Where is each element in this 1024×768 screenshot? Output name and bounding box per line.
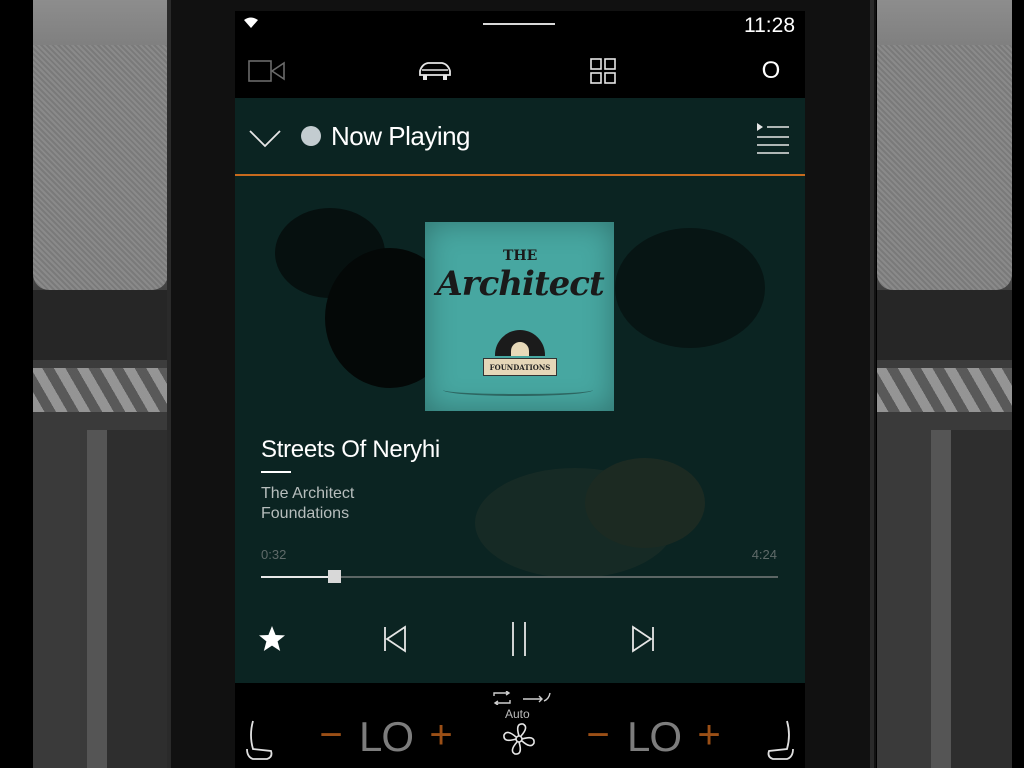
seek-bar-fill (261, 576, 329, 578)
next-track-button[interactable] (623, 619, 663, 659)
background-blob (585, 458, 705, 548)
right-temperature[interactable]: LO (627, 713, 682, 761)
seek-bar[interactable] (261, 570, 778, 583)
song-title-underline (261, 471, 291, 473)
album-art-the: THE (503, 248, 538, 264)
right-temp-increase[interactable]: + (693, 713, 725, 758)
star-icon (259, 626, 285, 651)
total-duration: 4:24 (751, 547, 777, 562)
previous-track-button[interactable] (375, 619, 415, 659)
car-interior-right (877, 0, 1012, 768)
airflow-icon[interactable] (522, 691, 552, 705)
recirculation-icon[interactable] (491, 691, 513, 705)
camera-icon (248, 60, 285, 82)
car-button[interactable] (403, 47, 467, 95)
car-icon (419, 62, 451, 80)
bezel-edge-right (870, 0, 874, 768)
media-source-icon (301, 126, 321, 146)
right-temp-decrease[interactable]: − (582, 713, 614, 758)
skip-previous-icon (384, 625, 406, 653)
album-art-swirl (443, 384, 593, 396)
pause-button[interactable] (499, 619, 539, 659)
elapsed-time: 0:32 (261, 547, 287, 562)
album-art-title: Architect (436, 264, 604, 304)
album-name: Foundations (261, 505, 350, 522)
skip-next-icon (632, 625, 654, 653)
chevron-down-icon[interactable] (247, 120, 283, 156)
album-art-banner: FOUNDATIONS (483, 358, 557, 376)
apps-grid-icon (590, 58, 616, 84)
status-bar: 11:28 (235, 11, 805, 39)
fan-mode-label: Auto (505, 707, 530, 721)
bezel-edge-left (167, 0, 171, 768)
left-temp-increase[interactable]: + (425, 713, 457, 758)
clock: 11:28 (744, 14, 795, 37)
passenger-seat-icon[interactable] (761, 717, 797, 765)
favorite-button[interactable] (252, 619, 292, 659)
song-title: Streets Of Neryhi (261, 436, 440, 463)
header-divider (235, 174, 805, 176)
wifi-icon (244, 17, 258, 28)
pause-icon (512, 622, 526, 656)
left-temp-decrease[interactable]: − (315, 713, 347, 758)
album-art: THE Architect FOUNDATIONS (425, 222, 614, 411)
media-panel: Now Playing THE Architect FOUNDATIONS St… (235, 98, 805, 683)
camera-button[interactable] (235, 47, 299, 95)
climate-bar: − LO + Auto − LO + (235, 683, 805, 768)
queue-list-icon[interactable] (753, 120, 793, 158)
profile-label: O (761, 57, 781, 84)
pull-down-handle[interactable] (483, 23, 555, 25)
seek-thumb[interactable] (328, 570, 342, 583)
infotainment-screen: 11:28 O Now Playing THE Architect FOUNDA… (235, 11, 805, 768)
record-label (511, 342, 529, 356)
artist-name: The Architect (261, 485, 355, 502)
apps-button[interactable] (571, 47, 635, 95)
car-interior-left (33, 0, 168, 768)
profile-button[interactable]: O (739, 47, 803, 95)
page-title: Now Playing (331, 121, 471, 151)
fan-icon[interactable] (501, 721, 537, 757)
driver-seat-icon[interactable] (243, 717, 279, 765)
top-navigation: O (235, 47, 805, 95)
now-playing-header: Now Playing (235, 98, 805, 174)
left-temperature[interactable]: LO (359, 713, 414, 761)
background-blob (615, 228, 765, 348)
